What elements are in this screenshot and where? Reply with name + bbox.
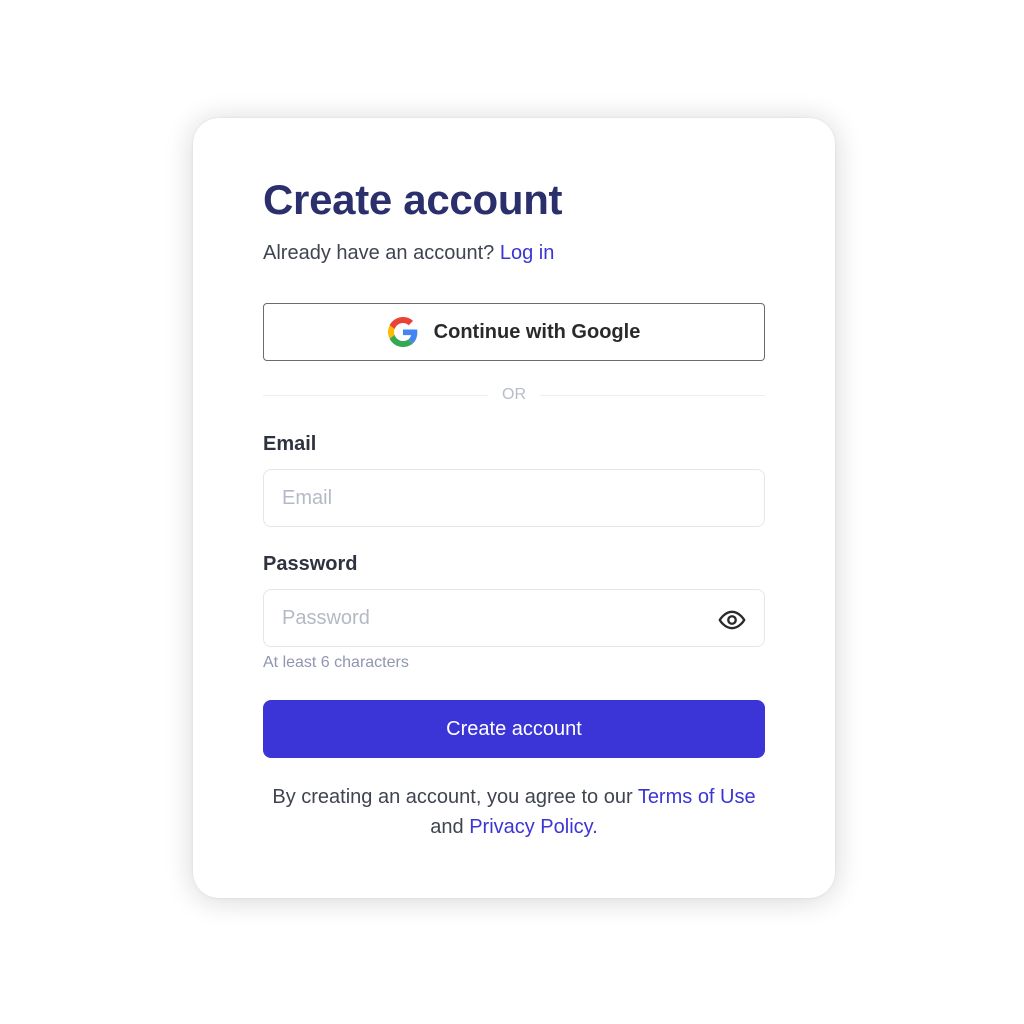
eye-icon[interactable] [718,606,746,634]
divider-line-left [263,394,488,396]
divider-line-right [540,394,765,396]
signup-card: Create account Already have an account? … [193,118,835,898]
terms-prefix: By creating an account, you agree to our [272,786,633,808]
login-prompt-text: Already have an account? [263,242,495,264]
create-account-button[interactable]: Create account [263,700,765,758]
divider-text: OR [502,386,526,403]
password-label: Password [263,553,358,575]
email-field[interactable] [263,469,765,527]
terms-suffix: . [592,816,598,838]
terms-notice: By creating an account, you agree to our… [263,782,765,842]
terms-middle: and [430,816,464,838]
email-label: Email [263,433,317,455]
terms-of-use-link[interactable]: Terms of Use [638,786,756,808]
password-field[interactable] [263,589,765,647]
page-title: Create account [263,176,563,223]
google-icon [387,317,418,347]
password-hint: At least 6 characters [263,654,409,671]
login-link[interactable]: Log in [500,242,555,264]
login-prompt: Already have an account? Log in [263,242,554,265]
privacy-policy-link[interactable]: Privacy Policy [469,816,592,838]
continue-with-google-button[interactable]: Continue with Google [263,303,765,361]
google-button-label: Continue with Google [433,320,641,343]
or-divider: OR [263,385,765,405]
